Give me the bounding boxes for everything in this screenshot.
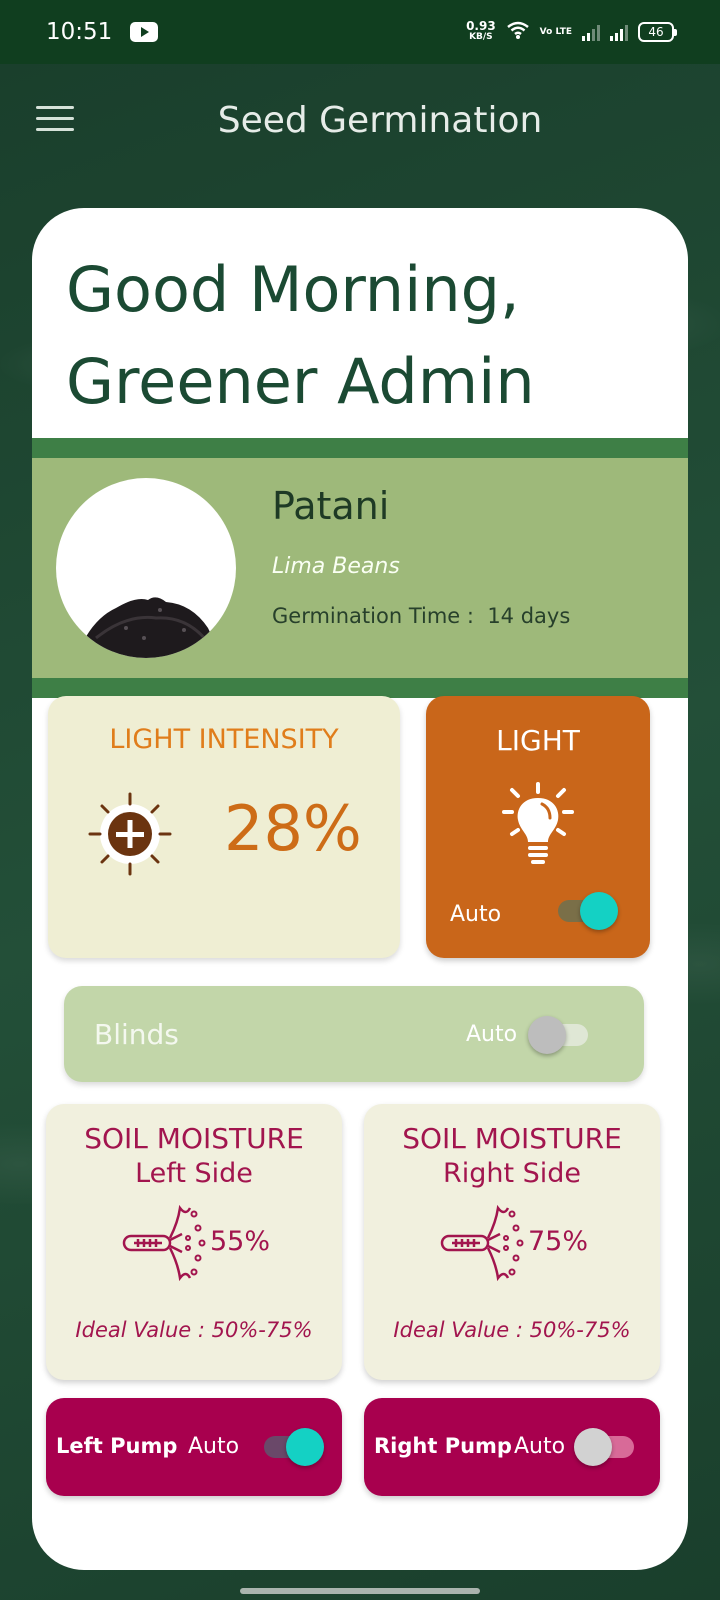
light-bulb-icon — [500, 782, 576, 872]
light-auto-toggle[interactable] — [554, 892, 618, 930]
plant-banner: Patani Lima Beans Germination Time : 14 … — [32, 438, 688, 698]
light-intensity-value: 28% — [224, 792, 362, 865]
soil-moisture-left-value: 55% — [210, 1226, 271, 1257]
status-icons: 0.93 KB/S Vo LTE 46 — [466, 19, 677, 45]
blinds-auto-toggle[interactable] — [528, 1016, 592, 1054]
right-pump-auto-toggle[interactable] — [574, 1428, 638, 1466]
blinds-label: Blinds — [94, 1018, 179, 1051]
sun-brightness-icon — [88, 792, 172, 876]
plant-info: Patani Lima Beans Germination Time : 14 … — [32, 458, 688, 678]
blinds-card: Blinds Auto — [64, 986, 644, 1082]
signal-icon — [582, 23, 600, 41]
blinds-auto-label: Auto — [466, 1022, 518, 1047]
left-pump-card: Left Pump Auto — [46, 1398, 342, 1496]
light-title: LIGHT — [496, 724, 580, 757]
left-pump-auto-toggle[interactable] — [260, 1428, 324, 1466]
right-pump-auto-label: Auto — [514, 1434, 566, 1459]
left-pump-label: Left Pump — [56, 1434, 178, 1458]
soil-moisture-right-card: SOIL MOISTURE Right Side 75% Ideal Value… — [364, 1104, 660, 1380]
soil-moisture-left-card: SOIL MOISTURE Left Side 55% Ideal Value … — [46, 1104, 342, 1380]
battery-icon: 46 — [638, 22, 677, 42]
youtube-notification-icon — [130, 22, 159, 42]
soil-moisture-right-ideal: Ideal Value : 50%-75% — [393, 1318, 631, 1342]
soil-moisture-sensor-icon — [440, 1202, 526, 1284]
soil-moisture-sensor-icon — [122, 1202, 208, 1284]
light-card: LIGHT Auto — [426, 696, 650, 958]
status-time: 10:51 — [46, 19, 113, 45]
network-speed-unit: KB/S — [469, 32, 493, 42]
greeting-heading: Good Morning, Greener Admin — [66, 253, 535, 418]
home-indicator[interactable] — [240, 1588, 480, 1594]
network-speed-value: 0.93 — [466, 19, 496, 33]
soil-moisture-right-title: SOIL MOISTURE — [402, 1122, 622, 1155]
soil-moisture-right-value: 75% — [528, 1226, 589, 1257]
plant-scientific-name: Lima Beans — [272, 554, 400, 579]
status-bar: 10:51 0.93 KB/S Vo LTE 46 — [0, 0, 720, 64]
light-auto-label: Auto — [450, 902, 502, 927]
plant-name: Patani — [272, 484, 390, 528]
left-pump-auto-label: Auto — [188, 1434, 240, 1459]
app-bar: Seed Germination — [0, 64, 720, 180]
germination-time: Germination Time : 14 days — [272, 604, 571, 628]
wifi-icon — [506, 20, 530, 45]
right-pump-card: Right Pump Auto — [364, 1398, 660, 1496]
signal-icon-2 — [610, 23, 628, 41]
dashboard-card: Good Morning, Greener Admin Patani Lima … — [32, 208, 688, 1570]
light-intensity-title: LIGHT INTENSITY — [109, 724, 339, 755]
light-intensity-card: LIGHT INTENSITY 28% — [48, 696, 400, 958]
right-pump-label: Right Pump — [374, 1434, 512, 1458]
app-title: Seed Germination — [217, 100, 543, 141]
network-speed: 0.93 KB/S — [466, 19, 496, 43]
volte-icon: Vo LTE — [539, 26, 572, 37]
soil-moisture-left-ideal: Ideal Value : 50%-75% — [75, 1318, 313, 1342]
plant-soil-image — [56, 478, 236, 658]
soil-moisture-left-subtitle: Left Side — [135, 1158, 253, 1189]
soil-moisture-right-subtitle: Right Side — [442, 1158, 582, 1189]
soil-moisture-left-title: SOIL MOISTURE — [84, 1122, 304, 1155]
